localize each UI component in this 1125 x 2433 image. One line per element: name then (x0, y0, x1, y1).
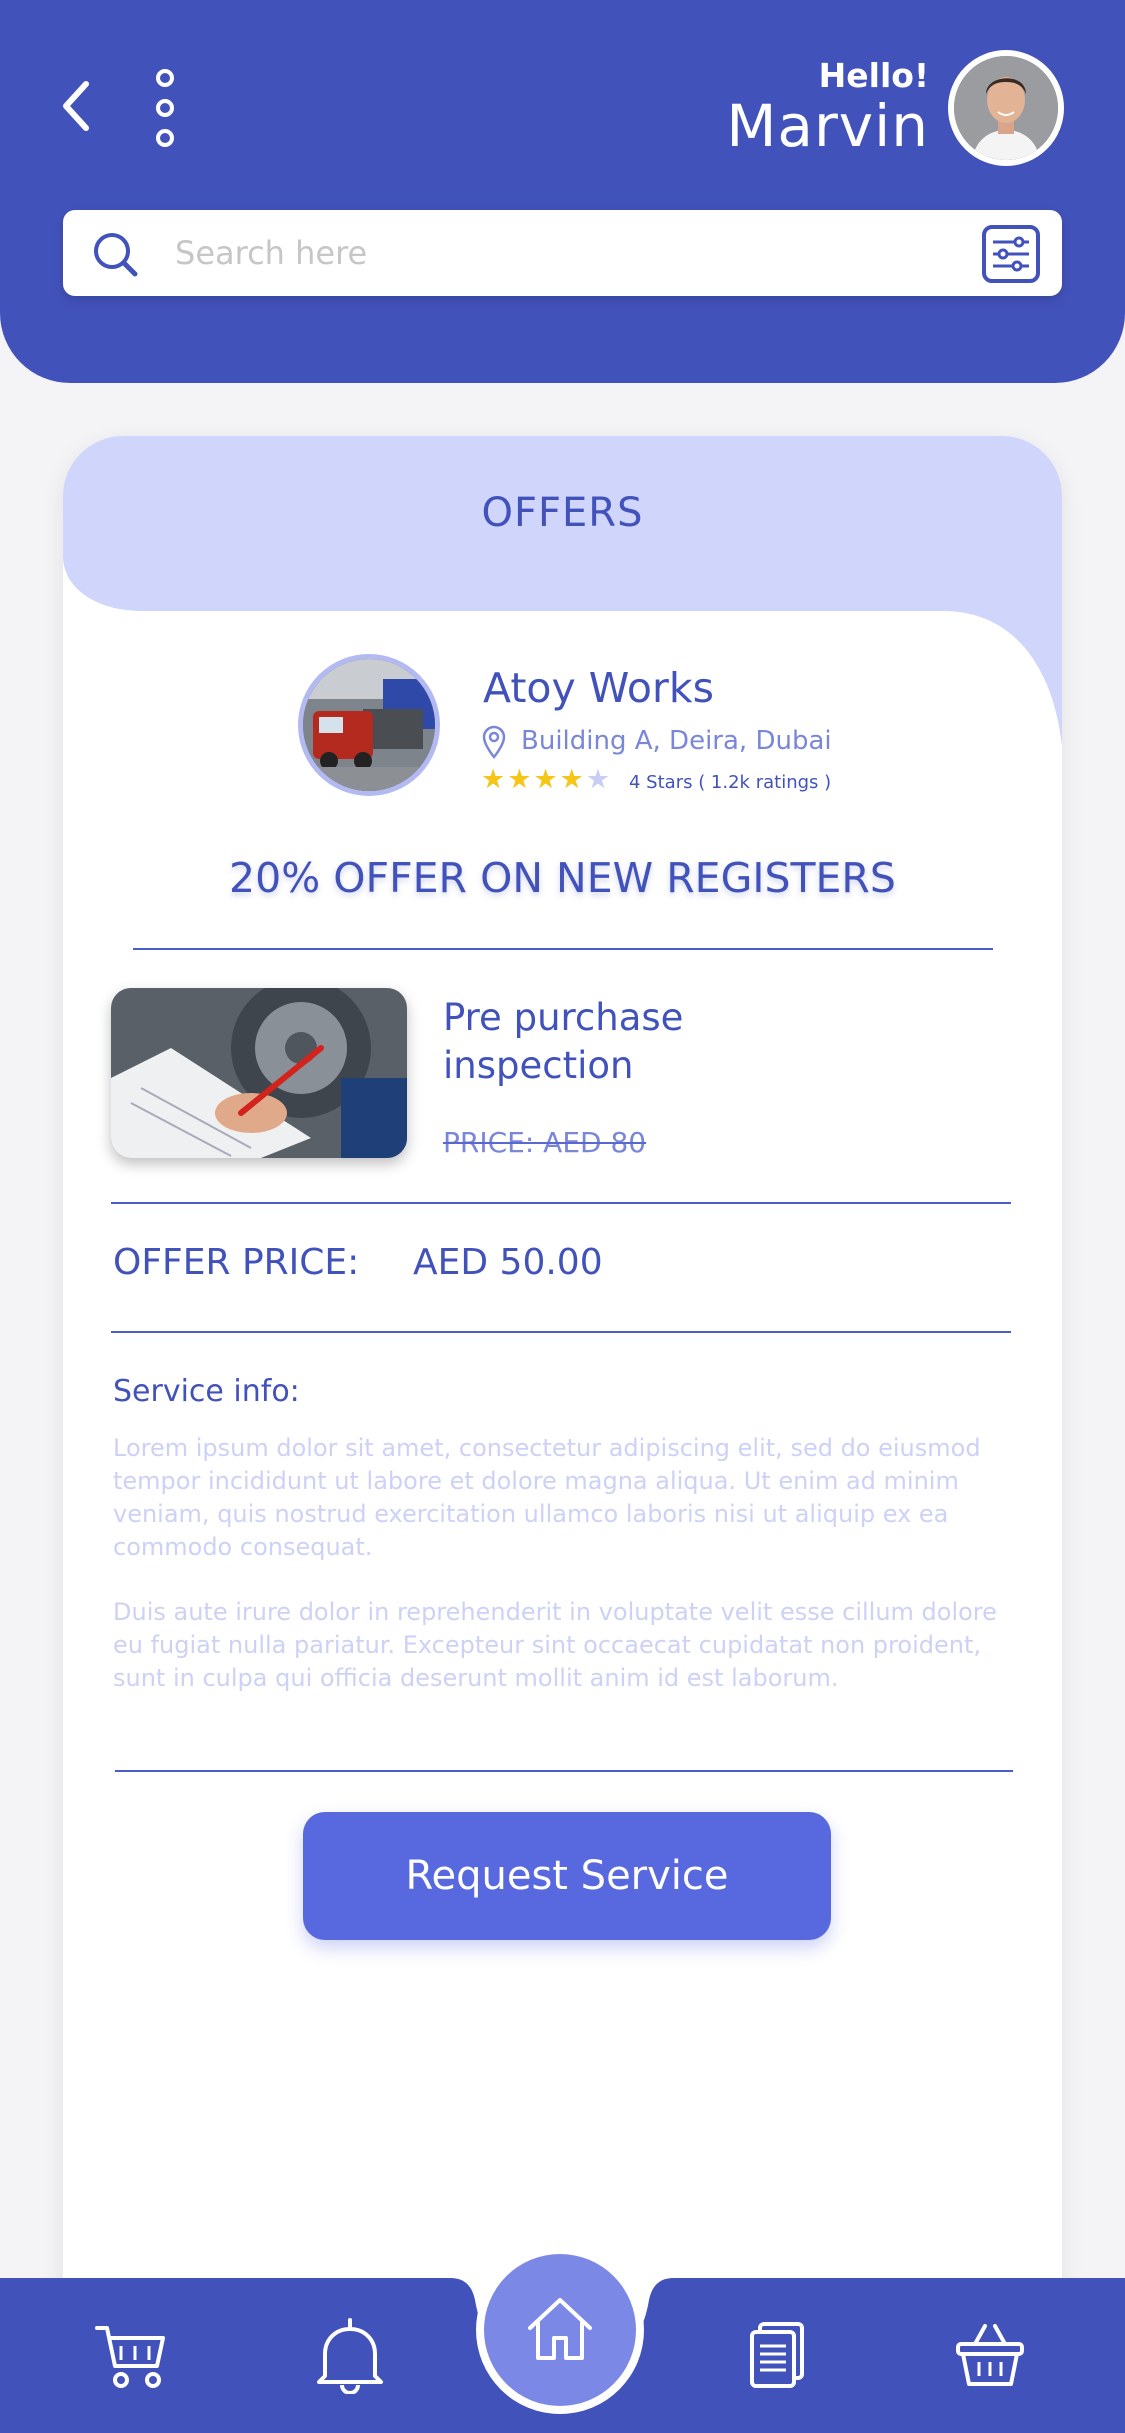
rating-text: 4 Stars ( 1.2k ratings ) (629, 772, 832, 793)
star-filled-icon: ★ (507, 764, 532, 795)
star-filled-icon: ★ (559, 764, 584, 795)
offer-price-value: AED 50.00 (413, 1242, 603, 1283)
documents-icon[interactable] (748, 2322, 806, 2388)
search-input[interactable] (175, 228, 915, 278)
service-image (111, 988, 407, 1158)
business-name[interactable]: Atoy Works (483, 664, 714, 712)
service-info-title: Service info: (113, 1374, 300, 1409)
filter-sliders-icon[interactable] (981, 224, 1041, 284)
user-avatar[interactable] (948, 50, 1064, 166)
search-icon[interactable] (91, 230, 139, 278)
inspection-photo-icon (111, 988, 407, 1158)
greeting-text: Hello! (818, 56, 929, 95)
divider (115, 1770, 1013, 1772)
service-info-paragraph: Duis aute irure dolor in reprehenderit i… (113, 1598, 997, 1692)
avatar-portrait-icon (954, 56, 1058, 160)
divider (133, 948, 993, 950)
offer-price-label: OFFER PRICE: (113, 1242, 360, 1283)
user-name: Marvin (726, 92, 929, 160)
service-name[interactable]: Pre purchase inspection (443, 994, 843, 1090)
offer-card: OFFERS Atoy Works Building A, Deira, Dub… (63, 436, 1062, 2433)
home-icon[interactable] (526, 2296, 594, 2362)
star-empty-icon: ★ (585, 764, 611, 795)
service-info-paragraph: Lorem ipsum dolor sit amet, consectetur … (113, 1434, 981, 1561)
star-filled-icon: ★ (533, 764, 558, 795)
rating-stars: ★ ★ ★ ★ ★ (481, 766, 610, 794)
back-chevron-icon[interactable] (56, 76, 96, 136)
divider (111, 1331, 1011, 1333)
original-price: PRICE: AED 80 (443, 1126, 647, 1159)
basket-icon[interactable] (955, 2320, 1025, 2390)
more-options-icon[interactable] (150, 68, 180, 148)
cart-icon[interactable] (95, 2322, 167, 2390)
star-filled-icon: ★ (481, 764, 506, 795)
location-pin-icon (482, 725, 506, 759)
business-logo[interactable] (298, 654, 440, 796)
garage-photo-icon (303, 659, 435, 791)
search-bar (63, 210, 1062, 296)
divider (111, 1202, 1011, 1204)
request-service-button[interactable]: Request Service (303, 1812, 831, 1940)
bell-icon[interactable] (315, 2318, 385, 2394)
offers-title: OFFERS (481, 490, 644, 536)
offer-headline: 20% OFFER ON NEW REGISTERS (229, 854, 896, 902)
business-location: Building A, Deira, Dubai (521, 726, 832, 756)
app-header: Hello! Marvin (0, 0, 1125, 383)
